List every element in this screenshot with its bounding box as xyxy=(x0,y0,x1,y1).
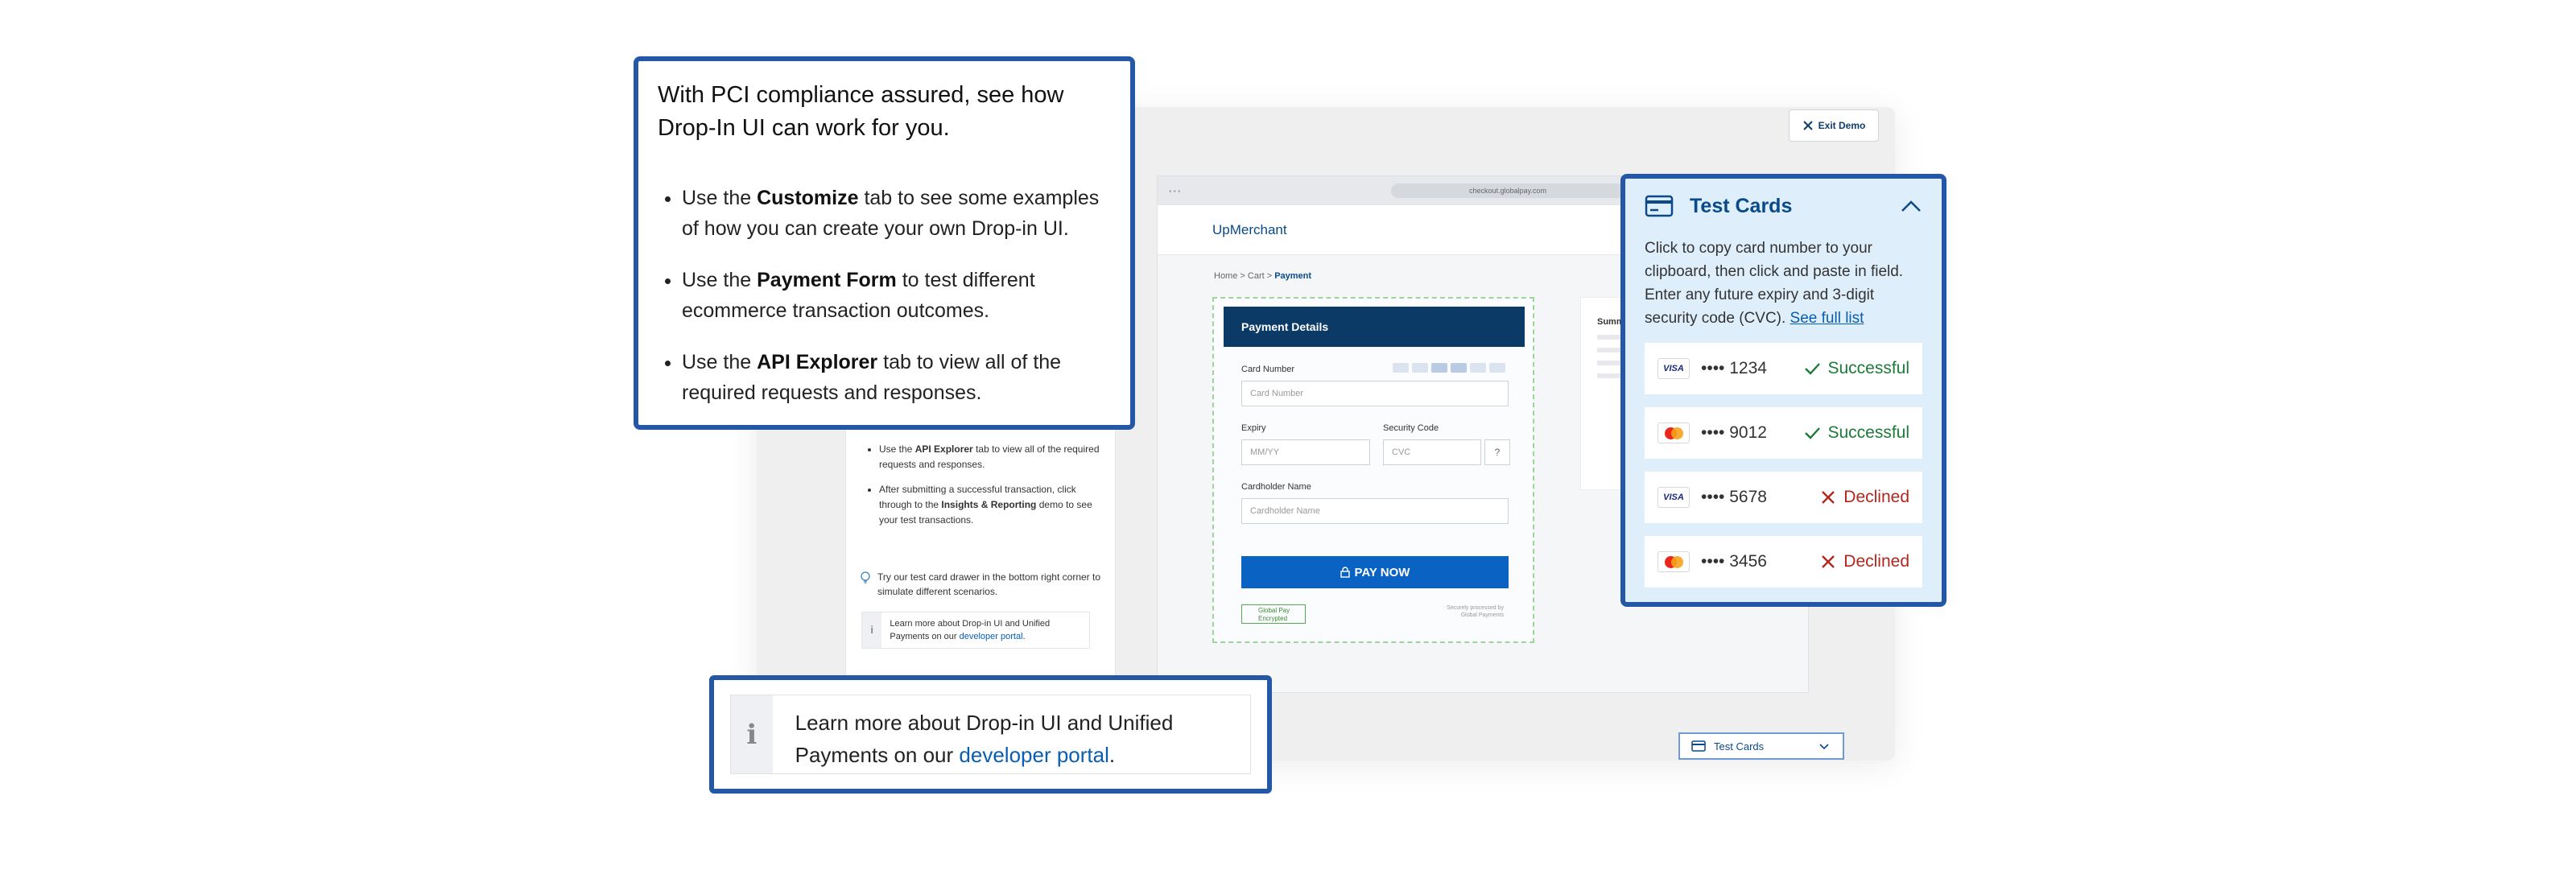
callout-bullet: Use the API Explorer tab to view all of … xyxy=(682,347,1111,408)
mastercard-logo-icon xyxy=(1657,551,1690,572)
help-icon[interactable]: ? xyxy=(1484,439,1510,465)
status-successful: Successful xyxy=(1803,359,1909,378)
powered-by-text: Securely processed by Global Payments xyxy=(1447,605,1504,618)
credit-card-icon xyxy=(1691,740,1706,752)
test-cards-header[interactable]: Test Cards xyxy=(1645,183,1922,229)
test-cards-drawer-toggle[interactable]: Test Cards xyxy=(1678,732,1844,760)
see-full-list-link[interactable]: See full list xyxy=(1790,310,1864,327)
visa-logo-icon: VISA xyxy=(1657,358,1690,379)
window-dots: ••• xyxy=(1169,188,1183,196)
status-successful: Successful xyxy=(1803,423,1909,443)
test-cards-drawer-label: Test Cards xyxy=(1714,740,1765,752)
info-icon: i xyxy=(731,695,773,773)
info-icon: i xyxy=(862,612,882,648)
cvc-input[interactable]: CVC xyxy=(1383,439,1481,465)
status-declined: Declined xyxy=(1819,488,1909,507)
test-cards-title: Test Cards xyxy=(1690,194,1793,217)
chevron-down-icon xyxy=(1819,744,1829,750)
payment-details-header: Payment Details xyxy=(1224,307,1525,347)
check-icon xyxy=(1805,427,1821,439)
callout-bullet: Use the Payment Form to test different e… xyxy=(682,265,1111,326)
test-cards-description: Click to copy card number to your clipbo… xyxy=(1645,240,1904,327)
card-number-masked: •••• 5678 xyxy=(1701,488,1767,506)
card-number-input[interactable]: Card Number xyxy=(1241,381,1509,406)
guide-list: Use the API Explorer tab to view all of … xyxy=(866,442,1108,538)
chevron-up-icon[interactable] xyxy=(1900,199,1922,213)
close-icon xyxy=(1802,121,1813,130)
tip: Try our test card drawer in the bottom r… xyxy=(860,570,1101,599)
info-box-small: i Learn more about Drop-in UI and Unifie… xyxy=(861,612,1090,649)
mastercard-logo-icon xyxy=(1657,423,1690,443)
callout-bullets: Use the Customize tab to see some exampl… xyxy=(658,183,1111,408)
card-number-masked: •••• 3456 xyxy=(1701,552,1767,571)
developer-portal-link-small[interactable]: developer portal xyxy=(960,632,1023,641)
callout-heading: With PCI compliance assured, see how Dro… xyxy=(658,82,1064,141)
callout-info-text: Learn more about Drop-in UI and Unified … xyxy=(795,711,1174,767)
security-code-label: Security Code xyxy=(1383,423,1439,433)
x-icon xyxy=(1822,491,1835,504)
address-bar[interactable]: checkout.globalpay.com xyxy=(1391,183,1624,198)
status-declined: Declined xyxy=(1819,552,1909,571)
guide-callout: With PCI compliance assured, see how Dro… xyxy=(634,56,1135,430)
expiry-label: Expiry xyxy=(1241,423,1266,433)
test-card-row[interactable]: VISA •••• 5678 Declined xyxy=(1645,472,1922,523)
test-cards-panel: Test Cards Click to copy card number to … xyxy=(1620,174,1946,607)
cardholder-name-label: Cardholder Name xyxy=(1241,482,1311,492)
expiry-input[interactable]: MM/YY xyxy=(1241,439,1370,465)
breadcrumb: Home > Cart > Payment xyxy=(1214,271,1312,281)
x-icon xyxy=(1822,555,1835,568)
pay-now-label: PAY NOW xyxy=(1354,565,1410,579)
check-icon xyxy=(1805,363,1821,375)
guide-item: After submitting a successful transactio… xyxy=(879,482,1108,528)
tip-text: Try our test card drawer in the bottom r… xyxy=(877,571,1101,597)
lock-icon xyxy=(1340,567,1350,578)
payment-form: Payment Details Card Number Card Number … xyxy=(1212,297,1534,643)
accepted-cards xyxy=(1393,363,1505,373)
pay-now-button[interactable]: PAY NOW xyxy=(1241,556,1509,588)
test-card-row[interactable]: •••• 3456 Declined xyxy=(1645,536,1922,588)
guide-item: Use the API Explorer tab to view all of … xyxy=(879,442,1108,472)
secure-badge: Global Pay Encrypted xyxy=(1241,604,1306,624)
card-number-label: Card Number xyxy=(1241,365,1295,374)
cardholder-name-input[interactable]: Cardholder Name xyxy=(1241,498,1509,524)
card-number-masked: •••• 1234 xyxy=(1701,359,1767,377)
callout-bullet: Use the Customize tab to see some exampl… xyxy=(682,183,1111,244)
test-card-row[interactable]: •••• 9012 Successful xyxy=(1645,407,1922,459)
card-number-masked: •••• 9012 xyxy=(1701,423,1767,442)
developer-portal-link[interactable]: developer portal xyxy=(959,743,1108,767)
exit-demo-button[interactable]: Exit Demo xyxy=(1789,109,1879,142)
visa-logo-icon: VISA xyxy=(1657,487,1690,508)
developer-portal-callout: i Learn more about Drop-in UI and Unifie… xyxy=(709,675,1272,794)
exit-demo-label: Exit Demo xyxy=(1818,120,1866,131)
test-card-row[interactable]: VISA •••• 1234 Successful xyxy=(1645,343,1922,394)
credit-card-icon xyxy=(1645,195,1674,217)
lightbulb-icon xyxy=(861,571,870,583)
